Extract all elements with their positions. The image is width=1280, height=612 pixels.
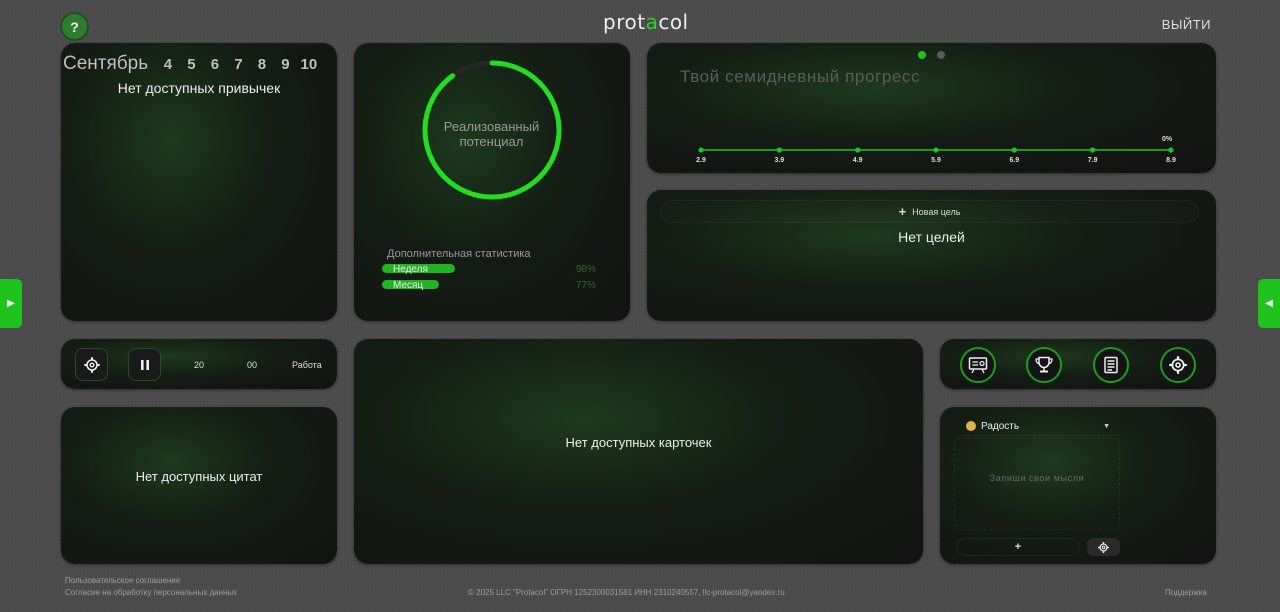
logo-text-end: col (658, 10, 689, 34)
data-point (1011, 147, 1017, 153)
right-drawer-tab[interactable]: ◀ (1258, 279, 1280, 328)
day-label: 7 (234, 56, 243, 73)
pause-icon (140, 359, 149, 370)
day-label: 5 (187, 56, 196, 73)
month-label: Сентябрь (63, 53, 149, 74)
progress-chart: 2.9 3.9 4.9 5.9 6.9 7.9 8.9 0% (696, 136, 1176, 164)
day-label: 9 (281, 56, 290, 73)
progress-panel: Твой семидневный прогресс 2.9 3.9 4.9 5.9 6.… (647, 43, 1216, 173)
mood-journal-panel: Радость ▼ Запиши свои мысли + (940, 407, 1216, 564)
data-point (855, 147, 861, 153)
settings-button[interactable] (1160, 347, 1196, 383)
day-label: 10 (300, 56, 318, 73)
terms-link[interactable]: Пользовательское соглашение (65, 576, 180, 585)
timer-settings-button[interactable] (76, 349, 107, 380)
x-tick-label: 8.9 (1166, 157, 1176, 164)
timer-pause-button[interactable] (129, 349, 160, 380)
habits-panel: Сентябрь 4 5 6 7 8 9 10 Нет доступных пр… (61, 43, 337, 321)
gear-icon (1098, 541, 1109, 553)
month-stat-percent: 77% (576, 280, 597, 291)
consent-link[interactable]: Согласие на обработку персональных данны… (65, 588, 237, 597)
logo: protacol (603, 10, 689, 34)
goals-panel: + Новая цель Нет целей (647, 190, 1216, 321)
cards-empty-message: Нет доступных карточек (565, 435, 712, 450)
stats-title: Дополнительная статистика (387, 248, 531, 260)
support-link[interactable]: Поддержка (1165, 588, 1207, 597)
habits-calendar-header: Сентябрь 4 5 6 7 8 9 10 (63, 53, 321, 75)
newspaper-icon (1104, 356, 1118, 374)
x-tick-label: 7.9 (1088, 157, 1098, 164)
data-point (776, 147, 782, 153)
logout-button[interactable]: ВЫЙТИ (1162, 17, 1211, 32)
data-point (933, 147, 939, 153)
data-label: 0% (1162, 136, 1173, 143)
logo-text-start: prot (603, 10, 646, 34)
articles-button[interactable] (1093, 347, 1129, 383)
caret-down-icon: ▼ (1103, 422, 1110, 430)
day-label: 8 (257, 56, 267, 73)
x-tick-label: 3.9 (774, 157, 784, 164)
timer-mode[interactable]: Работа (292, 360, 322, 370)
day-label: 6 (210, 56, 220, 73)
ring-label: Реализованный потенциал (443, 119, 540, 149)
data-point (698, 147, 704, 153)
smile-emoji-icon (966, 421, 976, 431)
add-entry-button[interactable]: + (956, 538, 1080, 556)
thoughts-placeholder: Запиши свои мысли (989, 473, 1085, 483)
goals-empty-message: Нет целей (898, 229, 965, 245)
logo-accent: a (645, 10, 659, 34)
presentation-icon (968, 357, 988, 374)
x-tick-label: 5.9 (931, 157, 941, 164)
new-goal-button[interactable]: + Новая цель (660, 200, 1199, 223)
mood-settings-button[interactable] (1087, 538, 1120, 556)
play-left-icon: ◀ (1265, 298, 1273, 309)
timer-seconds: 00 (247, 360, 258, 370)
help-button[interactable]: ? (62, 14, 87, 39)
quotes-panel: Нет доступных цитат (61, 407, 337, 564)
play-right-icon: ▶ (7, 298, 15, 309)
potential-panel: Реализованный потенциал Дополнительная с… (354, 43, 630, 321)
new-goal-label: Новая цель (912, 206, 961, 217)
thoughts-textarea[interactable]: Запиши свои мысли (954, 438, 1120, 530)
gear-icon (1169, 356, 1187, 374)
week-stat-label: Неделя (393, 264, 428, 275)
data-point (1168, 147, 1174, 153)
left-drawer-tab[interactable]: ▶ (0, 279, 22, 328)
cards-panel: Нет доступных карточек (354, 339, 923, 564)
plus-icon: + (1014, 541, 1022, 553)
quick-actions-panel (940, 339, 1216, 389)
month-stat-label: Месяц (393, 280, 424, 291)
x-tick-label: 2.9 (696, 157, 706, 164)
habits-empty-message: Нет доступных привычек (117, 80, 281, 96)
timer-minutes: 20 (194, 360, 205, 370)
x-tick-label: 6.9 (1009, 157, 1019, 164)
gear-icon (83, 356, 100, 373)
quotes-empty-message: Нет доступных цитат (135, 469, 263, 484)
data-point (1090, 147, 1096, 153)
mood-selected-label: Радость (981, 420, 1020, 432)
achievements-button[interactable] (1026, 347, 1062, 383)
trophy-icon (1035, 356, 1053, 373)
day-label: 4 (163, 56, 173, 73)
presentation-button[interactable] (960, 347, 996, 383)
copyright-text: © 2025 LLC "Protacol" ОГРН 1252300031581… (468, 588, 785, 597)
pomodoro-panel: 20 00 Работа (61, 339, 337, 389)
plus-icon: + (898, 204, 907, 219)
week-stat-percent: 98% (576, 264, 597, 275)
mood-select[interactable]: Радость ▼ (954, 417, 1120, 436)
x-tick-label: 4.9 (853, 157, 863, 164)
